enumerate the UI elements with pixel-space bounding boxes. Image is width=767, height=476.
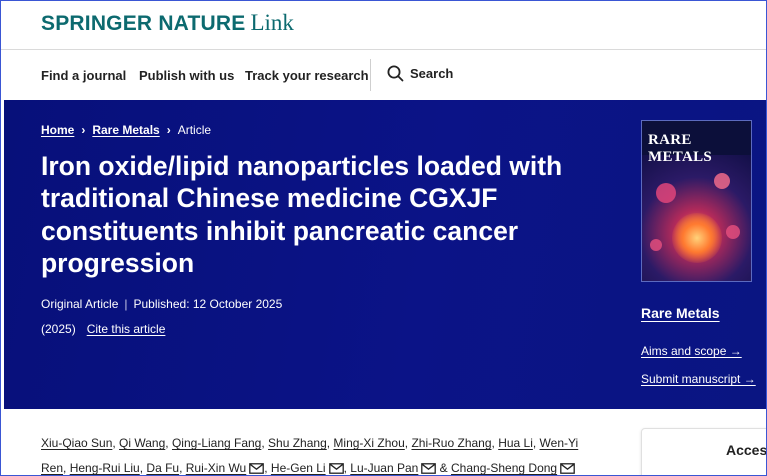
access-box: Access [641, 428, 767, 476]
cover-art-blob [672, 213, 722, 263]
brand-bar: SPRINGER NATURE Link [0, 0, 767, 50]
journal-name-link[interactable]: Rare Metals [641, 305, 720, 321]
mail-icon[interactable] [421, 463, 437, 474]
mail-icon[interactable] [328, 463, 344, 474]
nav-track-research[interactable]: Track your research [245, 68, 369, 83]
article-year: (2025) [41, 322, 76, 336]
breadcrumb-current: Article [177, 123, 212, 137]
logo-main-text: SPRINGER NATURE [41, 12, 246, 35]
nav-find-journal[interactable]: Find a journal [41, 68, 126, 83]
author-separator: , [165, 436, 172, 450]
search-label: Search [410, 66, 454, 81]
cover-title: RARE METALS [648, 132, 713, 165]
author-link[interactable]: Lu-Juan Pan [350, 461, 418, 475]
author-link[interactable]: Chang-Sheng Dong [451, 461, 557, 475]
meta-separator: | [124, 297, 128, 311]
search-button[interactable]: Search [387, 65, 453, 82]
author-link[interactable]: Xiu-Qiao Sun [41, 436, 112, 450]
logo-sub-text: Link [250, 10, 294, 35]
breadcrumb-home[interactable]: Home [41, 123, 74, 137]
breadcrumb: Home › Rare Metals › Article [41, 123, 211, 137]
search-icon [387, 65, 404, 82]
cover-art-blob [714, 173, 730, 189]
author-separator: , [532, 436, 540, 450]
mail-icon[interactable] [249, 463, 265, 474]
author-link[interactable]: Hua Li [498, 436, 533, 450]
access-heading: Access [726, 442, 767, 458]
cite-article-link[interactable]: Cite this article [87, 322, 166, 336]
mail-icon[interactable] [560, 463, 575, 474]
author-separator: , [264, 461, 271, 475]
article-type: Original Article [41, 297, 119, 311]
author-link[interactable]: Rui-Xin Wu [186, 461, 246, 475]
breadcrumb-journal[interactable]: Rare Metals [92, 123, 159, 137]
submit-manuscript-link[interactable]: Submit manuscript → [641, 372, 756, 386]
journal-cover-image[interactable]: RARE METALS [641, 120, 752, 282]
author-link[interactable]: Zhi-Ruo Zhang [411, 436, 491, 450]
author-link[interactable]: He-Gen Li [271, 461, 326, 475]
aims-and-scope-link[interactable]: Aims and scope → [641, 344, 742, 358]
nav-divider [370, 59, 371, 91]
main-nav: Find a journal Publish with us Track you… [0, 51, 767, 100]
author-link[interactable]: Da Fu [146, 461, 179, 475]
author-link[interactable]: Ming-Xi Zhou [333, 436, 404, 450]
springer-nature-link-logo[interactable]: SPRINGER NATURE Link [41, 10, 294, 38]
author-separator: , [179, 461, 186, 475]
author-link[interactable]: Qing-Liang Fang [172, 436, 261, 450]
article-hero: Home › Rare Metals › Article Iron oxide/… [4, 100, 767, 409]
author-link[interactable]: Heng-Rui Liu [70, 461, 140, 475]
cover-art-blob [726, 225, 740, 239]
author-link[interactable]: Qi Wang [119, 436, 165, 450]
cover-art-blob [650, 239, 662, 251]
article-title: Iron oxide/lipid nanoparticles loaded wi… [41, 151, 563, 278]
author-separator: , [63, 461, 70, 475]
article-meta: Original Article | Published: 12 October… [41, 297, 282, 311]
article-citation-row: (2025) Cite this article [41, 322, 165, 336]
author-separator: & [436, 461, 452, 475]
breadcrumb-separator: › [166, 123, 171, 137]
nav-publish-with-us[interactable]: Publish with us [139, 68, 234, 83]
author-list: Xiu-Qiao Sun, Qi Wang, Qing-Liang Fang, … [41, 431, 586, 476]
cover-art-blob [656, 183, 676, 203]
author-link[interactable]: Shu Zhang [268, 436, 327, 450]
published-date: Published: 12 October 2025 [133, 297, 283, 311]
breadcrumb-separator: › [81, 123, 86, 137]
